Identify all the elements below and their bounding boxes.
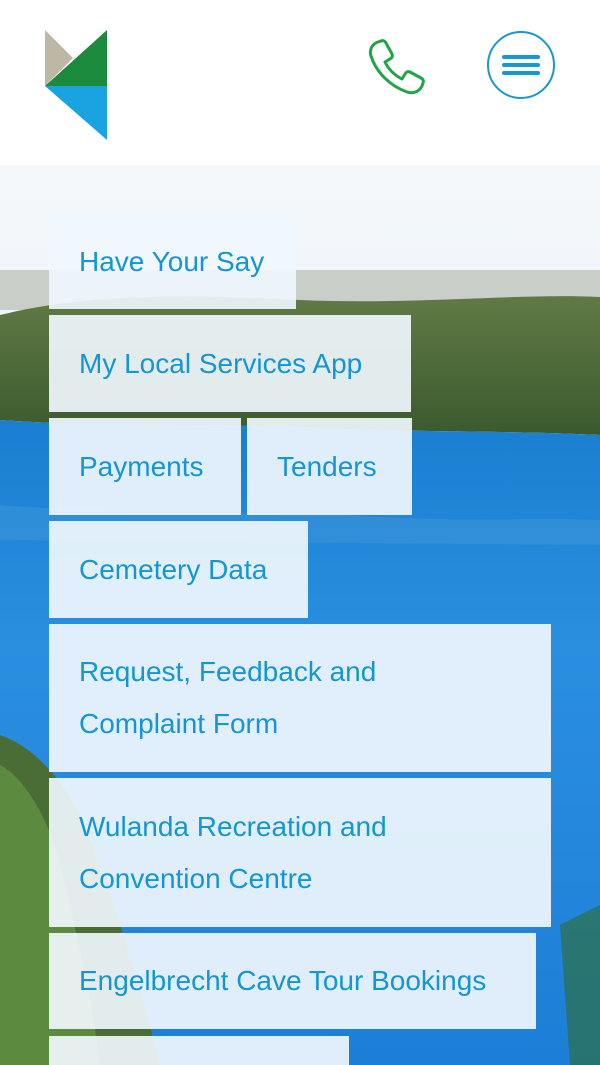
quick-link-partial[interactable] [49,1036,349,1065]
council-logo[interactable] [45,30,107,140]
quick-link-cemetery-data[interactable]: Cemetery Data [49,521,308,618]
quick-link-request-feedback-complaint-form[interactable]: Request, Feedback and Complaint Form [49,624,551,772]
quick-link-payments[interactable]: Payments [49,418,241,515]
hamburger-menu-icon [502,53,540,77]
quick-link-engelbrecht-cave-tour-bookings[interactable]: Engelbrecht Cave Tour Bookings [49,933,536,1029]
site-header [0,0,600,165]
quick-link-label: Payments [79,450,204,482]
quick-link-wulanda-recreation-convention-centre[interactable]: Wulanda Recreation and Convention Centre [49,778,551,927]
logo-mark [45,30,107,140]
page: Have Your Say My Local Services App Paym… [0,0,600,1065]
phone-button[interactable] [362,32,432,102]
quick-link-label: My Local Services App [79,347,363,379]
quick-link-tenders[interactable]: Tenders [247,418,412,515]
quick-link-label: Cemetery Data [79,553,268,585]
quick-link-label: Tenders [277,450,377,482]
quick-link-label: Wulanda Recreation and Convention Centre [79,810,387,894]
quick-link-have-your-say[interactable]: Have Your Say [49,214,296,309]
quick-link-label: Engelbrecht Cave Tour Bookings [79,965,487,996]
quick-link-my-local-services-app[interactable]: My Local Services App [49,315,411,412]
menu-button[interactable] [487,31,555,99]
quick-link-label: Have Your Say [79,245,265,277]
quick-link-label: Request, Feedback and Complaint Form [79,656,377,739]
phone-icon [368,39,425,95]
